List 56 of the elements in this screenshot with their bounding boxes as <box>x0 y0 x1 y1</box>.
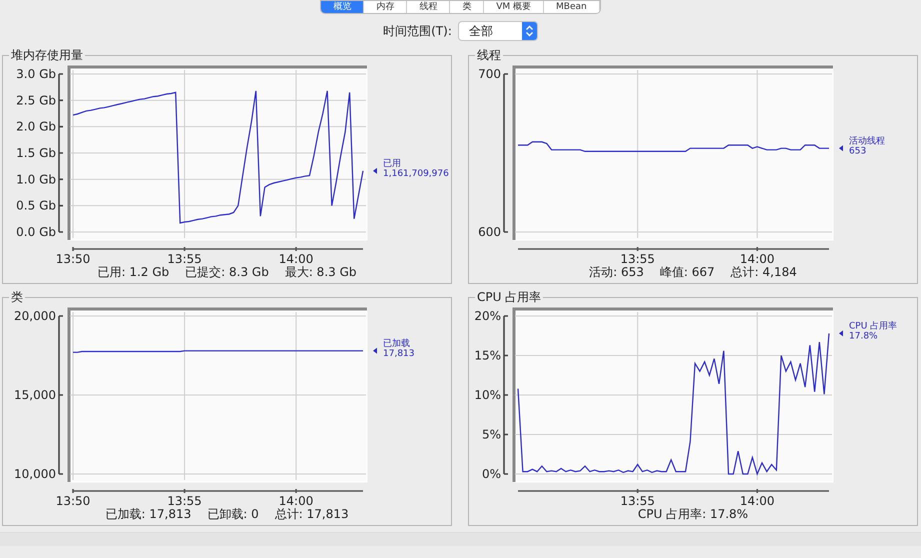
summary-text: 已卸载: 0 <box>207 507 259 521</box>
axis-label: 0.5 Gb <box>16 198 56 213</box>
time-range-select[interactable]: 全部 <box>458 21 538 41</box>
axis-label: 1.0 Gb <box>16 172 56 186</box>
axis-label: 600 <box>478 225 501 239</box>
axis-label: 0.0 Gb <box>16 225 56 239</box>
axis-label: 14:00 <box>278 252 314 264</box>
axis-label: 5% <box>482 428 501 442</box>
summary-text: CPU 占用率: 17.8% <box>638 507 748 521</box>
axis-label: 14:00 <box>740 252 775 264</box>
tab[interactable]: 概览 <box>321 1 364 13</box>
summary-text: 已加载: 17,813 <box>105 507 192 521</box>
axis-label: 13:50 <box>56 494 90 506</box>
axis-label: 14:00 <box>740 494 775 506</box>
summary-text: 总计: 4,184 <box>730 265 797 279</box>
legend-label: 已加载 <box>383 338 410 349</box>
pointer-icon <box>373 348 377 354</box>
axis-label: 15% <box>474 348 501 362</box>
panel-title: 堆内存使用量 <box>10 48 84 62</box>
legend-value: 1,161,709,976 <box>383 168 449 179</box>
panel-title: CPU 占用率 <box>476 290 542 304</box>
axis-label: 2.0 Gb <box>16 120 56 134</box>
panel-title: 类 <box>10 290 24 304</box>
axis-label: 13:50 <box>56 252 90 264</box>
summary-text: 已用: 1.2 Gb <box>97 265 170 279</box>
axis-label: 13:55 <box>167 494 202 506</box>
axis-label: 1.5 Gb <box>16 146 56 160</box>
summary-text: 峰值: 667 <box>660 265 715 279</box>
axis-label: 0% <box>482 467 501 481</box>
axis-label: 13:55 <box>620 252 655 264</box>
axis-label: 700 <box>478 67 501 81</box>
summary-text: 已提交: 8.3 Gb <box>185 265 269 279</box>
axis-label: 10% <box>474 388 501 402</box>
legend-value: 17,813 <box>383 348 414 359</box>
axis-label: 15,000 <box>14 388 56 402</box>
summary-text: 活动: 653 <box>589 265 644 279</box>
summary-text: 最大: 8.3 Gb <box>284 265 356 279</box>
axis-label: 13:55 <box>620 494 655 506</box>
summary-text: 总计: 17,813 <box>274 507 349 521</box>
axis-label: 10,000 <box>14 467 56 481</box>
panel-title: 线程 <box>476 48 502 62</box>
axis-label: 14:00 <box>278 494 314 506</box>
legend-value: 17.8% <box>849 331 878 342</box>
axis-label: 3.0 Gb <box>16 67 56 81</box>
pointer-icon <box>839 145 843 152</box>
axis-label: 2.5 Gb <box>16 93 56 108</box>
legend-value: 653 <box>849 146 866 156</box>
legend-label: 已用 <box>383 158 401 169</box>
axis-label: 13:55 <box>167 252 202 264</box>
legend-label: CPU 占用率 <box>849 321 898 332</box>
axis-label: 20% <box>474 309 501 323</box>
time-range-label: 时间范围(T): <box>383 23 452 40</box>
pointer-icon <box>839 330 843 336</box>
legend-label: 活动线程 <box>849 136 885 146</box>
pointer-icon <box>373 168 377 174</box>
axis-label: 20,000 <box>14 309 56 323</box>
